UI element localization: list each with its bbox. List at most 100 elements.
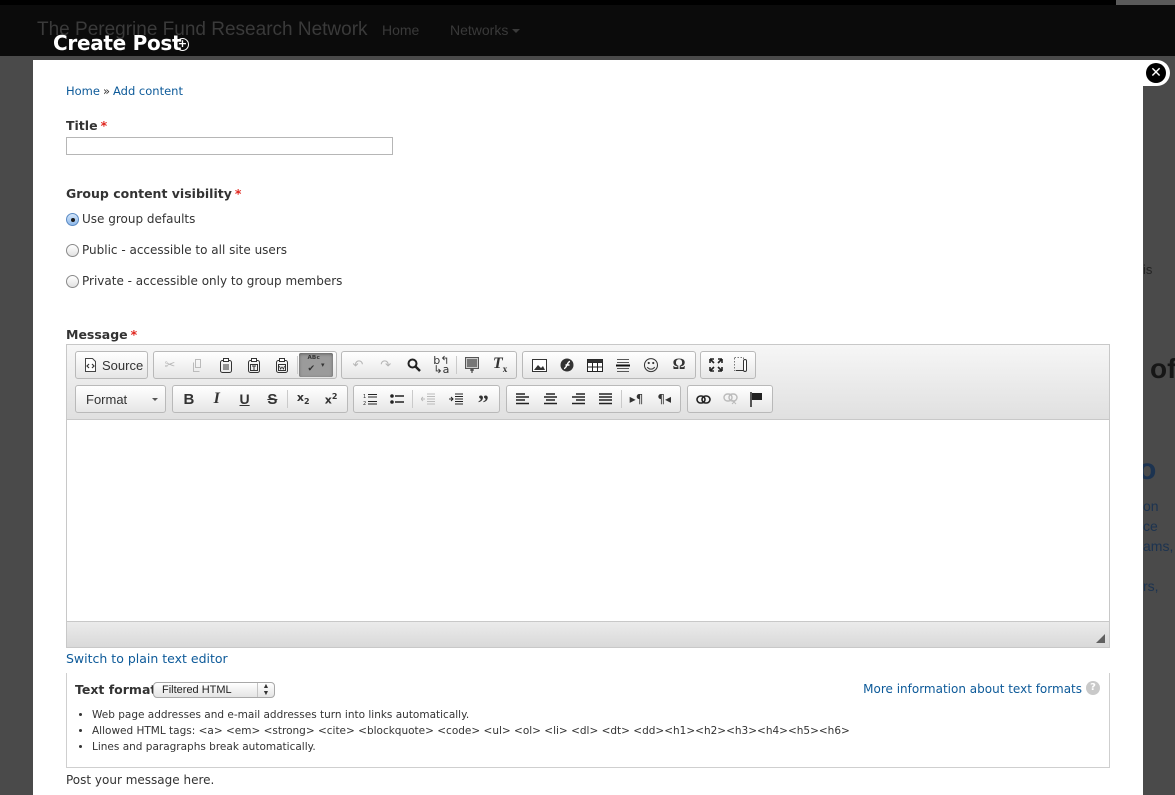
indent-button[interactable] (442, 387, 470, 411)
radio-button[interactable] (66, 274, 79, 288)
paste-from-word-button[interactable] (268, 353, 296, 377)
editor-footer (67, 621, 1109, 647)
numbered-list-icon: 12 (363, 393, 377, 406)
bold-button[interactable]: B (175, 387, 203, 411)
help-icon[interactable]: ? (1086, 681, 1100, 695)
outdent-button[interactable] (414, 387, 442, 411)
flash-button[interactable] (553, 353, 581, 377)
visibility-option-group-defaults[interactable]: Use group defaults (66, 212, 195, 226)
indent-icon (448, 393, 463, 405)
paste-word-icon (276, 357, 288, 373)
image-icon (531, 358, 547, 372)
horizontal-rule-button[interactable] (609, 353, 637, 377)
visibility-option-private[interactable]: Private - accessible only to group membe… (66, 274, 342, 288)
title-input[interactable] (66, 137, 393, 155)
toolbar-separator (297, 356, 298, 374)
caret-down-icon (512, 29, 521, 34)
resize-handle-icon[interactable] (1096, 634, 1105, 643)
cut-icon: ✂ (164, 357, 176, 373)
bulleted-list-icon (390, 394, 405, 404)
special-char-button[interactable]: Ω (665, 353, 693, 377)
find-button[interactable] (400, 353, 428, 377)
bulleted-list-button[interactable] (384, 387, 412, 411)
table-icon (587, 358, 603, 372)
remove-format-button[interactable]: Tx (486, 353, 514, 377)
undo-button[interactable]: ↶ (344, 353, 372, 377)
smiley-button[interactable]: ☺ (637, 353, 665, 377)
align-right-icon (571, 393, 585, 405)
visibility-option-public[interactable]: Public - accessible to all site users (66, 243, 287, 257)
blockquote-button[interactable]: ” (469, 387, 497, 414)
image-button[interactable] (525, 353, 553, 377)
horizontal-rule-icon (616, 358, 630, 372)
plus-circle-icon[interactable]: + (176, 38, 189, 51)
close-icon[interactable]: ✕ (1146, 63, 1166, 83)
bg-fragment-line: ams, (1143, 538, 1174, 554)
bg-fragment-heading: of (1150, 353, 1175, 384)
text-format-tips: Web page addresses and e-mail addresses … (92, 707, 850, 755)
subscript-button[interactable]: x2 (289, 387, 317, 411)
paste-text-button[interactable] (240, 353, 268, 377)
numbered-list-button[interactable]: 12 (356, 387, 384, 411)
text-format-selected: Filtered HTML (162, 684, 232, 696)
paste-icon (220, 357, 232, 373)
unlink-button[interactable] (717, 387, 744, 411)
link-button[interactable] (690, 387, 717, 411)
justify-button[interactable] (592, 387, 620, 411)
superscript-button[interactable]: x2 (317, 387, 345, 411)
toolbar-group-clipboard: ✂ ᴬᴮᶜ ✔ ▾ (153, 351, 337, 379)
required-mark: * (130, 327, 138, 342)
source-icon (85, 358, 96, 372)
text-format-select[interactable]: Filtered HTML ▲ ▼ (153, 682, 275, 698)
svg-text:2: 2 (363, 401, 366, 406)
paste-button[interactable] (212, 353, 240, 377)
breadcrumb-add-content[interactable]: Add content (113, 84, 183, 98)
chevron-down-icon: ▾ (320, 361, 325, 369)
bold-icon: B (183, 390, 195, 408)
radio-button-checked[interactable] (66, 212, 79, 226)
format-dropdown[interactable]: Format (75, 385, 166, 413)
maximize-button[interactable] (703, 353, 728, 377)
toolbar-group-align: ▸¶ ¶◂ (506, 385, 681, 413)
select-all-icon (465, 357, 480, 373)
replace-button[interactable]: b↰ ↳a (427, 353, 455, 377)
radio-button[interactable] (66, 243, 79, 257)
align-left-button[interactable] (509, 387, 537, 411)
underline-button[interactable]: U (231, 387, 259, 411)
source-button[interactable]: Source (78, 353, 149, 377)
radio-label: Public - accessible to all site users (82, 243, 288, 257)
align-right-button[interactable] (564, 387, 592, 411)
rtl-button[interactable]: ¶◂ (650, 387, 678, 411)
italic-button[interactable]: I (203, 387, 231, 411)
replace-icon: b↰ ↳a (433, 354, 450, 376)
link-icon (696, 394, 711, 404)
anchor-button[interactable] (743, 387, 770, 411)
required-mark: * (234, 186, 242, 201)
ltr-button[interactable]: ▸¶ (623, 387, 651, 411)
spellcheck-button[interactable]: ᴬᴮᶜ ✔ ▾ (299, 353, 333, 377)
align-center-icon (544, 393, 557, 405)
message-label: Message * (66, 327, 137, 342)
chevron-down-icon (152, 398, 158, 401)
bg-fragment-line: rs, (1143, 578, 1159, 594)
table-button[interactable] (581, 353, 609, 377)
redo-button[interactable]: ↷ (372, 353, 400, 377)
breadcrumb: Home» Add content (66, 84, 183, 98)
align-center-button[interactable] (537, 387, 565, 411)
breadcrumb-home[interactable]: Home (66, 84, 100, 98)
title-label: Title * (66, 118, 107, 133)
copy-button[interactable] (184, 353, 212, 377)
spellcheck-icon: ᴬᴮᶜ ✔ (307, 355, 320, 374)
message-editor-area[interactable] (67, 421, 1109, 621)
more-info-text-formats-link[interactable]: More information about text formats (863, 682, 1082, 696)
show-blocks-button[interactable] (728, 353, 753, 377)
strikethrough-button[interactable]: S (258, 387, 286, 411)
strikethrough-icon: S (267, 390, 278, 408)
select-all-button[interactable] (458, 353, 486, 377)
switch-to-plain-text-link[interactable]: Switch to plain text editor (66, 651, 228, 666)
cut-button[interactable]: ✂ (156, 353, 184, 377)
rich-text-editor: Source ✂ ᴬᴮᶜ ✔ ▾ ↶ ↷ b↰ ↳a Tx ☺ Ω Format… (66, 344, 1110, 648)
omega-icon: Ω (672, 356, 686, 373)
title-label-text: Title (66, 118, 98, 133)
paste-text-icon (248, 357, 260, 373)
